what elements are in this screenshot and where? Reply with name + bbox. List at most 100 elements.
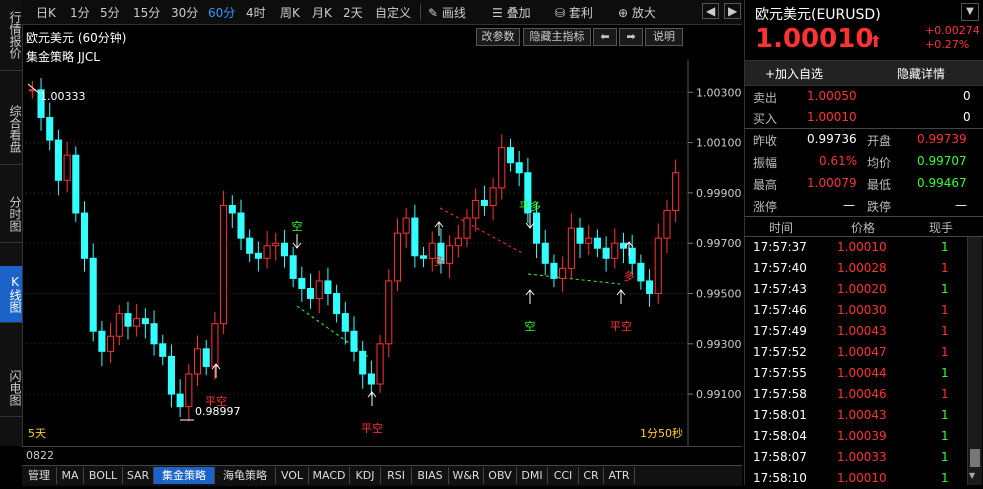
candle [254, 252, 262, 259]
period-4h[interactable]: 4时 [246, 4, 266, 21]
period-15min[interactable]: 15分 [133, 4, 160, 21]
tick-price: 1.00010 [837, 240, 887, 254]
low-label: 最低 [867, 178, 892, 192]
pen-icon: ✎ [428, 6, 439, 20]
limit-down-label: 跌停 [867, 200, 892, 214]
tab-overview[interactable]: 综合看盘 [0, 94, 22, 165]
indicator-tab-boll[interactable]: BOLL [84, 467, 123, 484]
hide-main-indicator-button[interactable]: 隐藏主指标 [523, 28, 591, 46]
prev-button[interactable]: ◀ [702, 3, 720, 19]
scrollbar-thumb[interactable] [970, 449, 980, 467]
candle [289, 255, 297, 279]
indicator-tab-ma[interactable]: MA [57, 467, 84, 484]
tab-quote-list[interactable]: 行情报价 [0, 0, 22, 71]
candle [124, 313, 132, 327]
zoom-button[interactable]: ⊕ 放大 [618, 4, 656, 21]
quote-panel: 欧元美元(EURUSD) ▼ 1.00010 ⬆ +0.00274 +0.27%… [744, 0, 983, 485]
tick-volume: 1 [941, 324, 949, 338]
indicator-tab-sar[interactable]: SAR [123, 467, 154, 484]
candle [324, 280, 332, 294]
tick-volume: 1 [941, 408, 949, 422]
candle [585, 237, 593, 244]
left-vertical-tabs: 行情报价 综合看盘 分时图 K线图 闪电图 [0, 0, 23, 446]
indicator-tab-rsi[interactable]: RSI [381, 467, 412, 484]
arbitrage-button[interactable]: ⛁ 套利 [555, 4, 593, 21]
amplitude-label: 振幅 [753, 156, 778, 170]
toolbar: 日K 1分 5分 15分 30分 60分 4时 周K 月K 2天 自定义 ✎ 画… [22, 0, 742, 25]
period-2day[interactable]: 2天 [343, 4, 363, 21]
limit-up-value: — [843, 198, 855, 212]
kline-chart[interactable]: 1.00300 1.00100 0.99900 0.99700 0.99500 0.993… [22, 60, 744, 446]
indicator-tab-wr[interactable]: W&R [449, 467, 484, 484]
period-5min[interactable]: 5分 [100, 4, 120, 21]
indicator-tab-kdj[interactable]: KDJ [350, 467, 381, 484]
price-change-pct: +0.27% [925, 38, 970, 51]
symbol-name: 欧元美元(EURUSD) [755, 7, 881, 23]
candle [420, 255, 428, 259]
indicator-tab-bias[interactable]: BIAS [412, 467, 449, 484]
period-30min[interactable]: 30分 [171, 4, 198, 21]
period-month[interactable]: 月K [312, 4, 332, 21]
tick-time: 17:58:10 [753, 471, 807, 485]
indicator-tab-cr[interactable]: CR [579, 467, 604, 484]
open-value: 0.99739 [917, 132, 967, 146]
period-week[interactable]: 周K [280, 4, 300, 21]
indicator-tab-macd[interactable]: MACD [309, 467, 350, 484]
indicator-tab-manage[interactable]: 管理 [22, 467, 57, 484]
tick-time: 17:57:58 [753, 387, 807, 401]
indicator-tab-jjcl[interactable]: 集金策略 [154, 467, 215, 484]
hide-detail-button[interactable]: 隐藏详情 [897, 65, 945, 82]
tick-time: 17:58:07 [753, 450, 807, 464]
watch-bar: +加入自选 隐藏详情 [745, 60, 983, 86]
candle [228, 204, 236, 214]
tick-price: 1.00043 [837, 324, 887, 338]
move-right-button[interactable]: ➡ [619, 28, 643, 46]
candle [98, 330, 106, 352]
up-arrow-icon: ⬆ [869, 32, 883, 51]
trade-signal-label: 平空 [610, 319, 632, 333]
tab-kline[interactable]: K线图 [0, 266, 22, 323]
draw-line-button[interactable]: ✎ 画线 [428, 4, 466, 21]
candle [385, 280, 393, 345]
period-custom[interactable]: 自定义 [375, 4, 411, 21]
candle [593, 237, 601, 249]
help-button[interactable]: 说明 [645, 28, 683, 46]
period-1min[interactable]: 1分 [70, 4, 90, 21]
indicator-tab-turtle[interactable]: 海龟策略 [215, 467, 276, 484]
overlay-button[interactable]: ☰ 叠加 [492, 4, 531, 21]
money-bag-icon: ⛁ [555, 6, 566, 20]
period-day[interactable]: 日K [36, 4, 56, 21]
candle [280, 242, 288, 257]
low-price-label: 0.98997 [195, 405, 241, 418]
tab-flash-chart[interactable]: 闪电图 [0, 360, 22, 417]
candle [341, 313, 349, 332]
candle [193, 348, 202, 375]
move-left-button[interactable]: ⬅ [593, 28, 617, 46]
candle [602, 247, 610, 259]
tick-row: 17:58:07 1.00033 1 [745, 447, 967, 468]
tab-timeshare[interactable]: 分时图 [0, 186, 22, 243]
candle [489, 187, 497, 206]
y-tick-label: 0.99700 [696, 237, 742, 250]
indicator-tab-dmi[interactable]: DMI [517, 467, 548, 484]
scroll-down-icon[interactable]: ▼ [969, 471, 975, 480]
tick-time: 17:57:40 [753, 261, 807, 275]
indicator-tab-vol[interactable]: VOL [276, 467, 309, 484]
candle [237, 212, 245, 239]
indicator-tab-obv[interactable]: OBV [484, 467, 517, 484]
candle [402, 217, 410, 234]
period-60min[interactable]: 60分 [208, 4, 235, 21]
add-watchlist-button[interactable]: +加入自选 [765, 65, 823, 82]
tick-volume: 1 [941, 429, 949, 443]
indicator-tab-atr[interactable]: ATR [604, 467, 635, 484]
collapse-chevron-icon[interactable]: ▼ [961, 3, 979, 21]
next-button[interactable]: ▶ [724, 3, 742, 19]
tick-scrollbar[interactable]: ▼ [967, 237, 982, 485]
indicator-tabs: 管理 MA BOLL SAR 集金策略 海龟策略 VOL MACD KDJ RS… [22, 465, 742, 486]
candle [246, 237, 254, 254]
candle [611, 242, 619, 259]
indicator-tab-cci[interactable]: CCI [548, 467, 579, 484]
countdown-label: 1分50秒 [640, 426, 683, 440]
tick-volume: 1 [941, 366, 949, 380]
edit-params-button[interactable]: 改参数 [476, 28, 520, 46]
